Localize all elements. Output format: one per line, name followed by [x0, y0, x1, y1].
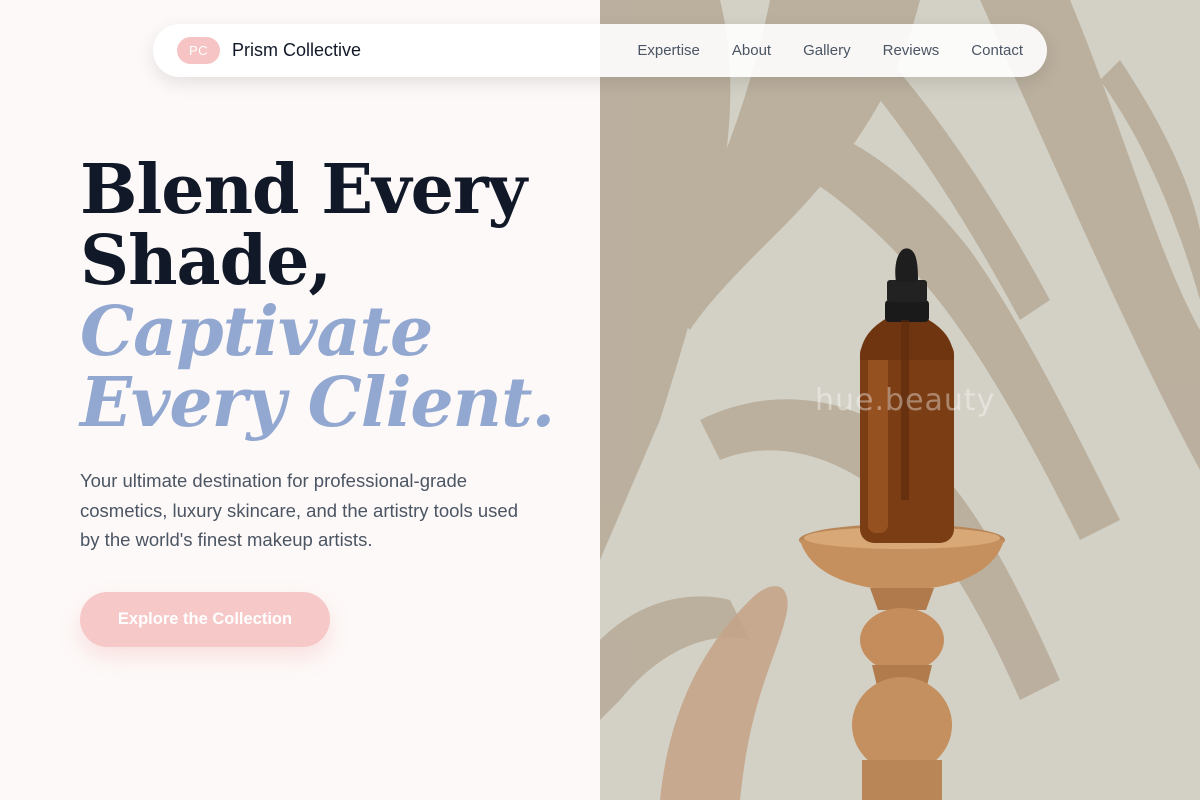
headline-line-1: Blend Every	[80, 150, 527, 230]
nav-link-contact[interactable]: Contact	[971, 42, 1023, 59]
hero-product-image: hue.beauty	[600, 0, 1200, 800]
nav-link-reviews[interactable]: Reviews	[883, 42, 940, 59]
brand-home-link[interactable]: PC Prism Collective	[177, 37, 361, 64]
nav-links: Expertise About Gallery Reviews Contact	[637, 42, 1023, 59]
explore-collection-button[interactable]: Explore the Collection	[80, 592, 330, 647]
headline-line-2: Shade,	[80, 221, 332, 301]
nav-link-gallery[interactable]: Gallery	[803, 42, 851, 59]
nav-link-about[interactable]: About	[732, 42, 771, 59]
image-watermark: hue.beauty	[815, 383, 996, 418]
logo-badge-icon: PC	[177, 37, 220, 64]
headline-accent-line-2: Every Client.	[80, 363, 555, 443]
top-navbar: PC Prism Collective Expertise About Gall…	[153, 24, 1047, 77]
headline-accent-line-1: Captivate	[80, 292, 433, 372]
page: hue.beauty PC Prism Collective Expertise…	[0, 0, 1200, 800]
hero-lead-text: Your ultimate destination for profession…	[80, 470, 519, 550]
brand-name: Prism Collective	[232, 40, 362, 60]
hero-headline: Blend Every Shade, Captivate Every Clien…	[80, 150, 555, 443]
nav-link-expertise[interactable]: Expertise	[637, 42, 700, 59]
